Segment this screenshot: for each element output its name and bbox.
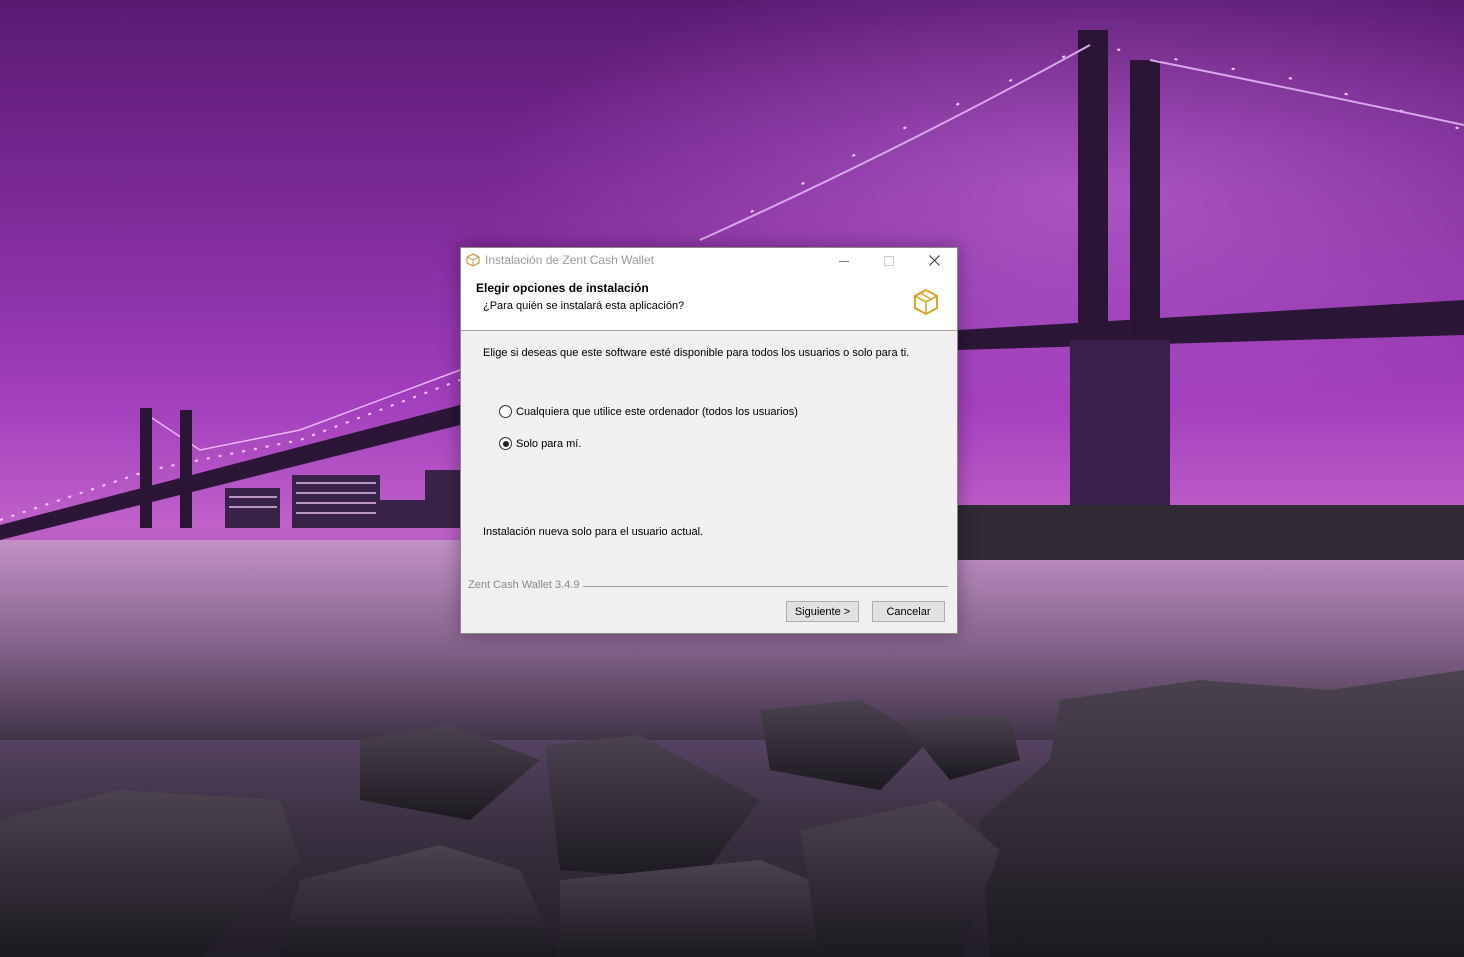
installer-dialog: Instalación de Zent Cash Wallet Elegir o… <box>460 247 958 634</box>
install-status-text: Instalación nueva solo para el usuario a… <box>483 526 704 538</box>
window-title: Instalación de Zent Cash Wallet <box>485 253 654 267</box>
next-button[interactable]: Siguiente > <box>786 601 859 622</box>
version-separator: Zent Cash Wallet 3.4.9 <box>468 579 948 593</box>
page-subtitle: ¿Para quién se instalará esta aplicación… <box>483 300 685 312</box>
close-button[interactable] <box>912 248 956 273</box>
cancel-button[interactable]: Cancelar <box>872 601 945 622</box>
option-only-me[interactable]: Solo para mí. <box>499 437 581 450</box>
version-label: Zent Cash Wallet 3.4.9 <box>468 579 584 591</box>
minimize-icon <box>839 260 849 262</box>
options-description: Elige si deseas que este software esté d… <box>483 347 910 359</box>
radio-button[interactable] <box>499 405 512 418</box>
option-label[interactable]: Cualquiera que utilice este ordenador (t… <box>516 406 798 418</box>
radio-button-selected[interactable] <box>499 437 512 450</box>
option-all-users[interactable]: Cualquiera que utilice este ordenador (t… <box>499 405 798 418</box>
wizard-header: Elegir opciones de instalación ¿Para qui… <box>461 273 957 331</box>
close-icon <box>928 255 940 266</box>
option-label[interactable]: Solo para mí. <box>516 438 581 450</box>
page-title: Elegir opciones de instalación <box>476 281 649 295</box>
zent-cube-icon <box>914 288 938 316</box>
maximize-icon <box>884 255 894 266</box>
minimize-button[interactable] <box>822 248 866 273</box>
title-bar[interactable]: Instalación de Zent Cash Wallet <box>461 248 957 273</box>
zent-cube-icon <box>466 253 480 267</box>
maximize-button <box>867 248 911 273</box>
